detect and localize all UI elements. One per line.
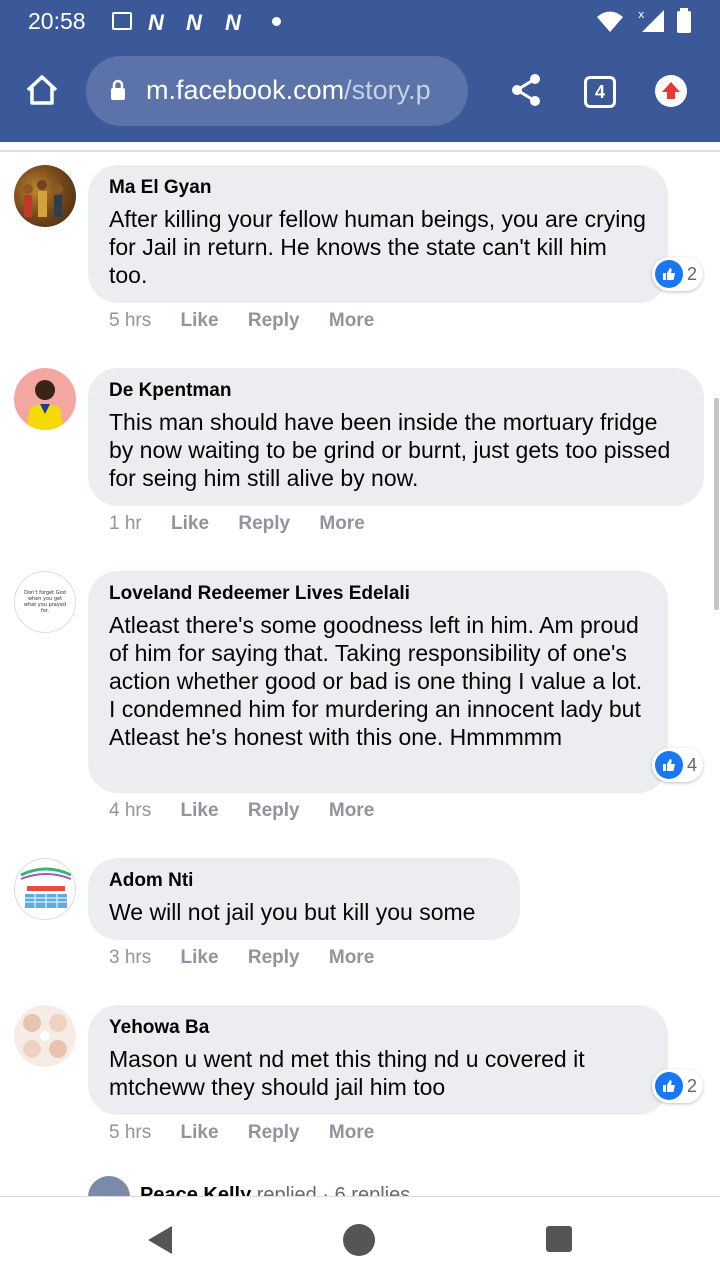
recent-apps-icon[interactable]: [546, 1226, 572, 1252]
header-divider: [0, 150, 720, 152]
gallery-notification-icon: [112, 12, 132, 30]
reply-button[interactable]: Reply: [248, 800, 300, 822]
tab-switcher-button[interactable]: 4: [584, 76, 616, 108]
reaction-number: 2: [687, 1075, 698, 1096]
wifi-icon: [597, 11, 623, 32]
reaction-number: 2: [687, 263, 698, 284]
more-button[interactable]: More: [329, 800, 374, 822]
like-button[interactable]: Like: [181, 947, 219, 969]
like-button[interactable]: Like: [181, 310, 219, 332]
comment-author[interactable]: Adom Nti: [109, 868, 500, 894]
status-bar: 20:58 N N N x: [0, 0, 720, 44]
update-icon[interactable]: [655, 75, 687, 107]
comment-bubble[interactable]: De Kpentman This man should have been in…: [88, 368, 704, 506]
more-button[interactable]: More: [329, 1122, 374, 1144]
avatar[interactable]: [14, 1005, 76, 1067]
replies-preview[interactable]: Peace Kelly replied · 6 replies: [88, 1176, 708, 1198]
comment-time[interactable]: 3 hrs: [109, 947, 151, 969]
cell-signal-icon: x: [638, 8, 664, 32]
n-notification-icon: N: [186, 10, 202, 35]
avatar[interactable]: [14, 368, 76, 430]
url-host: m.facebook.com: [146, 75, 345, 105]
comment-bubble[interactable]: Yehowa Ba Mason u went nd met this thing…: [88, 1005, 668, 1115]
reaction-count[interactable]: 2: [652, 257, 704, 291]
reply-button[interactable]: Reply: [248, 947, 300, 969]
url-text: m.facebook.com/story.p: [146, 75, 431, 106]
like-button[interactable]: Like: [171, 513, 209, 535]
comment-bubble[interactable]: Adom Nti We will not jail you but kill y…: [88, 858, 520, 940]
battery-icon: [677, 8, 691, 33]
comment-author[interactable]: De Kpentman: [109, 378, 684, 404]
more-button[interactable]: More: [329, 947, 374, 969]
comment-time[interactable]: 4 hrs: [109, 800, 151, 822]
reply-button[interactable]: Reply: [248, 1122, 300, 1144]
browser-toolbar: m.facebook.com/story.p 4: [0, 44, 720, 142]
reaction-count[interactable]: 4: [652, 748, 704, 782]
like-reaction-icon: [655, 260, 683, 288]
status-time: 20:58: [28, 8, 86, 34]
reply-button[interactable]: Reply: [248, 310, 300, 332]
comment-text: Atleast there's some goodness left in hi…: [109, 612, 643, 750]
comment-time[interactable]: 5 hrs: [109, 1122, 151, 1144]
avatar[interactable]: [14, 165, 76, 227]
like-reaction-icon: [655, 1072, 683, 1100]
n-notification-icon: N: [225, 10, 241, 35]
reply-button[interactable]: Reply: [238, 513, 290, 535]
avatar-caption: Don't forget God when you get what you p…: [23, 590, 67, 614]
comment-text: After killing your fellow human beings, …: [109, 206, 646, 288]
avatar-image: [23, 180, 63, 217]
avatar[interactable]: Don't forget God when you get what you p…: [14, 571, 76, 633]
avatar: [88, 1176, 130, 1198]
avatar-image: [23, 1014, 67, 1058]
scrollbar[interactable]: [714, 398, 719, 610]
svg-text:x: x: [638, 8, 645, 21]
comment-actions: 5 hrs Like Reply More: [109, 310, 398, 332]
share-icon[interactable]: [508, 72, 544, 108]
arrow-up-icon: [662, 82, 680, 99]
reaction-count[interactable]: 2: [652, 1069, 704, 1103]
home-icon[interactable]: [24, 72, 60, 108]
comment-actions: 5 hrs Like Reply More: [109, 1122, 398, 1144]
comment-actions: 3 hrs Like Reply More: [109, 947, 398, 969]
n-notification-icon: N: [148, 10, 164, 35]
more-notifications-dot-icon: [272, 17, 281, 26]
comment-author[interactable]: Yehowa Ba: [109, 1015, 648, 1041]
comment-text: Mason u went nd met this thing nd u cove…: [109, 1046, 585, 1100]
comment-author[interactable]: Ma El Gyan: [109, 175, 648, 201]
avatar[interactable]: [14, 858, 76, 920]
address-bar[interactable]: m.facebook.com/story.p: [86, 56, 468, 126]
back-icon[interactable]: [146, 1225, 174, 1255]
avatar-image: [26, 380, 64, 430]
comment-author[interactable]: Loveland Redeemer Lives Edelali: [109, 581, 648, 607]
comment-actions: 4 hrs Like Reply More: [109, 800, 398, 822]
comment-bubble[interactable]: Ma El Gyan After killing your fellow hum…: [88, 165, 668, 303]
comment-time[interactable]: 1 hr: [109, 513, 142, 535]
comment-text: We will not jail you but kill you some: [109, 899, 476, 925]
home-circle-icon[interactable]: [343, 1224, 375, 1256]
comment-text: This man should have been inside the mor…: [109, 409, 671, 491]
comment-actions: 1 hr Like Reply More: [109, 513, 389, 535]
comment-time[interactable]: 5 hrs: [109, 310, 151, 332]
more-button[interactable]: More: [329, 310, 374, 332]
system-navigation-bar: [0, 1196, 720, 1280]
lock-icon: [111, 79, 125, 100]
avatar-image: [20, 867, 72, 908]
like-button[interactable]: Like: [181, 1122, 219, 1144]
like-button[interactable]: Like: [181, 800, 219, 822]
url-path: /story.p: [344, 75, 431, 105]
comment-bubble[interactable]: Loveland Redeemer Lives Edelali Atleast …: [88, 571, 668, 793]
more-button[interactable]: More: [319, 513, 364, 535]
like-reaction-icon: [655, 751, 683, 779]
reaction-number: 4: [687, 754, 698, 775]
